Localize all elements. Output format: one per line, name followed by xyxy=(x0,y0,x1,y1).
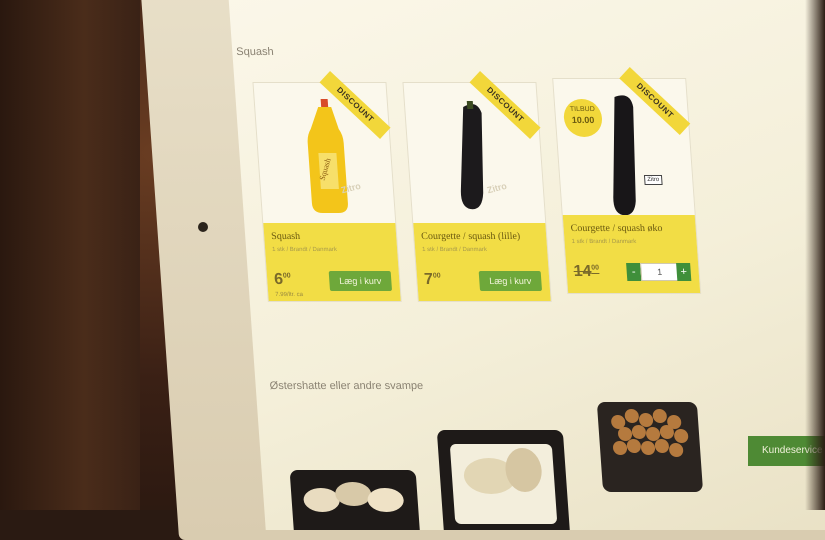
quantity-input[interactable]: 1 xyxy=(640,263,680,281)
label-tag: Zitro xyxy=(643,175,663,185)
price-main: 14 xyxy=(573,263,593,280)
mushroom-icon xyxy=(450,444,557,524)
product-thumbnail[interactable] xyxy=(289,470,421,530)
front-camera xyxy=(198,222,208,232)
product-description: 1 stk / Brandt / Danmark xyxy=(571,239,637,245)
price-cents: 00 xyxy=(282,272,291,280)
product-image[interactable]: Squash Zitro xyxy=(254,83,396,233)
tablet-screen: Squash Squash Zitro DISCOUNT Squash 1 st… xyxy=(228,0,825,530)
product-thumbnail[interactable] xyxy=(436,430,571,530)
section-title-squash: Squash xyxy=(235,46,275,58)
add-to-cart-button[interactable]: Læg i kurv xyxy=(328,271,393,291)
courgette-icon xyxy=(460,101,484,210)
product-info: Courgette / squash øko 1 stk / Brandt / … xyxy=(562,215,701,293)
unit-price: 7.99/ltr. ca xyxy=(275,292,304,298)
product-price: 600 xyxy=(274,271,292,289)
price-cents: 00 xyxy=(432,272,441,280)
product-name[interactable]: Squash xyxy=(271,231,301,242)
quantity-stepper[interactable]: - 1 + xyxy=(626,263,692,281)
product-card[interactable]: Zitro TILBUD 10.00 DISCOUNT Courgette / … xyxy=(552,67,702,294)
decrease-button[interactable]: - xyxy=(626,263,642,281)
product-thumbnail[interactable] xyxy=(596,402,704,492)
wooden-surface xyxy=(0,0,140,510)
section-title-mushrooms: Østershatte eller andre svampe xyxy=(269,380,424,392)
product-info: Courgette / squash (lille) 1 stk / Brand… xyxy=(413,223,551,301)
product-price: 700 xyxy=(424,271,442,289)
product-price: 1400 xyxy=(573,263,600,281)
product-card[interactable]: Squash Zitro DISCOUNT Squash 1 stk / Bra… xyxy=(252,71,402,302)
add-to-cart-button[interactable]: Læg i kurv xyxy=(478,271,543,291)
mushroom-icon xyxy=(303,482,404,512)
product-name[interactable]: Courgette / squash øko xyxy=(570,223,663,234)
product-name[interactable]: Courgette / squash (lille) xyxy=(421,231,521,242)
bottle-icon: Squash xyxy=(307,99,348,213)
badge-label: TILBUD xyxy=(569,106,596,113)
right-shadow xyxy=(805,0,825,510)
badge-price: 10.00 xyxy=(571,115,595,125)
product-image[interactable]: Zitro xyxy=(404,83,546,233)
product-description: 1 stk / Brandt / Danmark xyxy=(421,247,488,253)
product-info: Squash 1 stk / Brandt / Danmark 600 7.99… xyxy=(263,223,401,301)
product-card[interactable]: Zitro DISCOUNT Courgette / squash (lille… xyxy=(402,71,552,302)
increase-button[interactable]: + xyxy=(676,263,692,281)
price-cents: 00 xyxy=(591,264,600,272)
mushroom-icon xyxy=(611,409,689,457)
product-description: 1 stk / Brandt / Danmark xyxy=(271,247,338,253)
